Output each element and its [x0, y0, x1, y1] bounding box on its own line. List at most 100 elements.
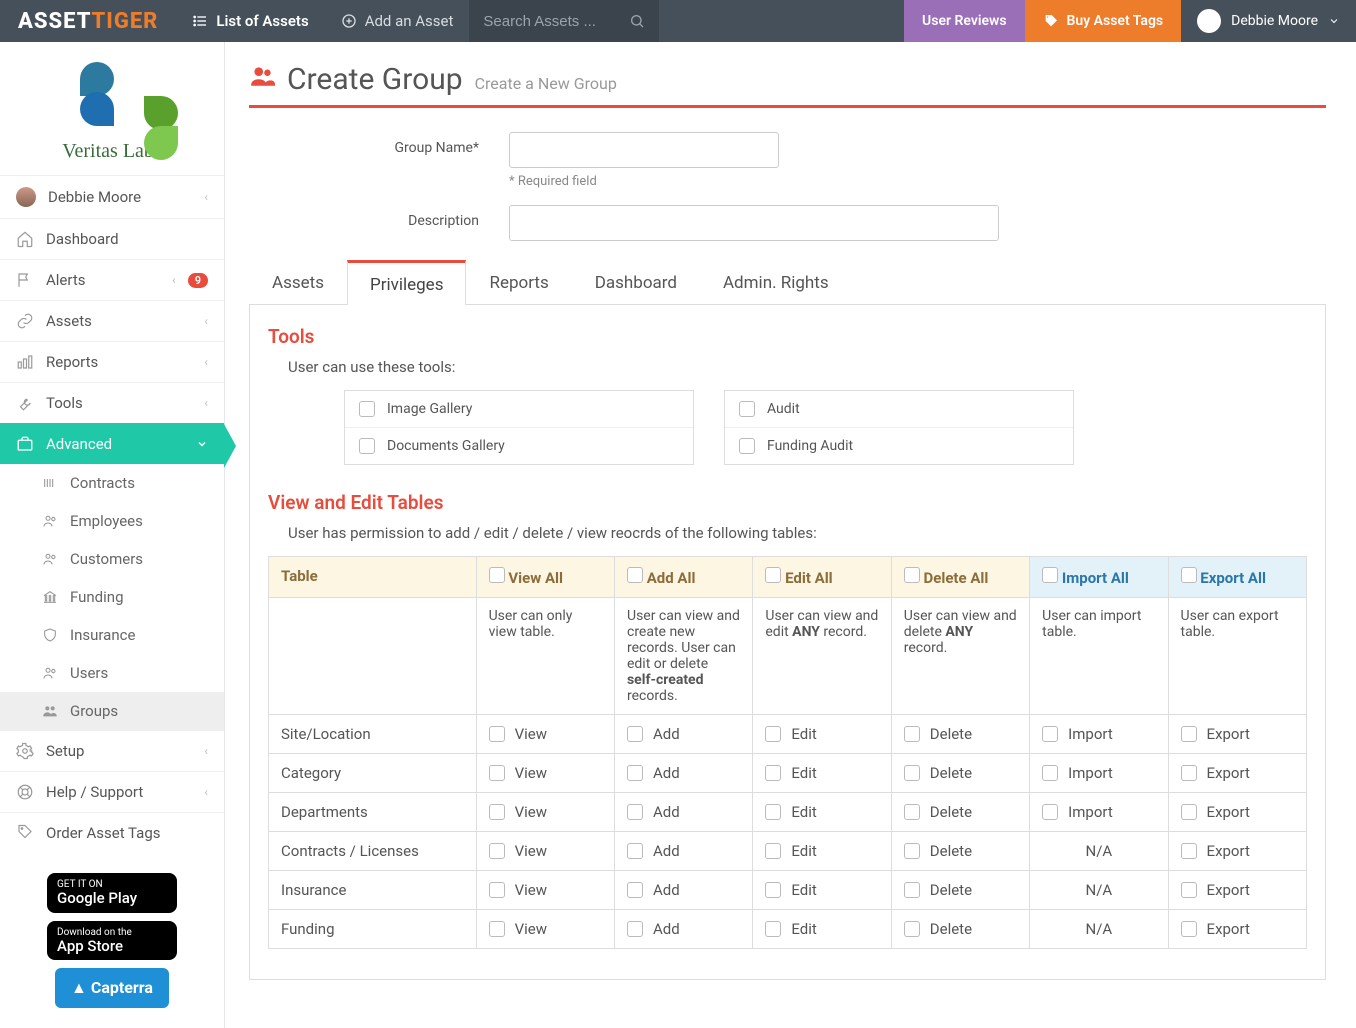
tab-dashboard[interactable]: Dashboard [572, 260, 700, 305]
description-input[interactable] [509, 205, 999, 241]
tool-checkbox[interactable] [359, 401, 375, 417]
sidebar-sub-funding[interactable]: Funding [0, 578, 224, 616]
tool-image-gallery[interactable]: Image Gallery [345, 391, 693, 428]
perm-checkbox[interactable] [489, 765, 505, 781]
tab-assets[interactable]: Assets [249, 260, 347, 305]
tool-checkbox[interactable] [359, 438, 375, 454]
perm-checkbox[interactable] [1042, 726, 1058, 742]
perm-checkbox[interactable] [489, 804, 505, 820]
sidebar-setup[interactable]: Setup‹ [0, 730, 224, 771]
sidebar-sub-insurance[interactable]: Insurance [0, 616, 224, 654]
tools-heading: Tools [268, 325, 1307, 348]
perm-checkbox[interactable] [1181, 843, 1197, 859]
search-box[interactable] [469, 0, 659, 42]
tools-right-box: AuditFunding Audit [724, 390, 1074, 465]
perm-checkbox[interactable] [904, 843, 920, 859]
sidebar-help[interactable]: Help / Support‹ [0, 771, 224, 812]
perm-checkbox[interactable] [489, 921, 505, 937]
perm-checkbox[interactable] [765, 765, 781, 781]
table-row: InsuranceViewAddEditDeleteN/AExport [269, 871, 1307, 910]
sidebar-sub-users[interactable]: Users [0, 654, 224, 692]
sidebar-order-tags[interactable]: Order Asset Tags [0, 812, 224, 853]
perm-checkbox[interactable] [1181, 804, 1197, 820]
sidebar-alerts[interactable]: Alerts‹ 9 [0, 259, 224, 300]
delete-all-checkbox[interactable] [904, 567, 920, 583]
perm-checkbox[interactable] [627, 804, 643, 820]
group-name-input[interactable] [509, 132, 779, 168]
edit-all-checkbox[interactable] [765, 567, 781, 583]
sidebar-user[interactable]: Debbie Moore‹ [0, 175, 224, 218]
th-edit[interactable]: Edit All [753, 557, 891, 598]
buy-asset-tags-button[interactable]: Buy Asset Tags [1025, 0, 1182, 42]
perm-checkbox[interactable] [627, 765, 643, 781]
tab-privileges[interactable]: Privileges [347, 260, 466, 305]
employees-icon [42, 513, 60, 529]
perm-checkbox[interactable] [627, 921, 643, 937]
perm-checkbox[interactable] [489, 726, 505, 742]
sidebar-tools[interactable]: Tools‹ [0, 382, 224, 423]
add-all-checkbox[interactable] [627, 567, 643, 583]
tool-audit[interactable]: Audit [725, 391, 1073, 428]
tool-checkbox[interactable] [739, 401, 755, 417]
tool-funding-audit[interactable]: Funding Audit [725, 428, 1073, 464]
export-all-checkbox[interactable] [1181, 567, 1197, 583]
th-import[interactable]: Import All [1030, 557, 1168, 598]
app-store-button[interactable]: Download on theApp Store [47, 921, 177, 961]
perm-checkbox[interactable] [627, 726, 643, 742]
nav-add-asset[interactable]: Add an Asset [325, 0, 470, 42]
perm-checkbox[interactable] [765, 843, 781, 859]
sidebar-dashboard[interactable]: Dashboard [0, 218, 224, 259]
sidebar-assets[interactable]: Assets‹ [0, 300, 224, 341]
perm-checkbox[interactable] [1042, 804, 1058, 820]
view-all-checkbox[interactable] [489, 567, 505, 583]
flag-icon [16, 271, 34, 289]
sidebar-sub-employees[interactable]: Employees [0, 502, 224, 540]
perm-checkbox[interactable] [904, 804, 920, 820]
perm-checkbox[interactable] [1181, 882, 1197, 898]
tool-checkbox[interactable] [739, 438, 755, 454]
perm-checkbox[interactable] [627, 843, 643, 859]
perm-checkbox[interactable] [904, 765, 920, 781]
main-content: Create Group Create a New Group Group Na… [225, 42, 1356, 1028]
user-reviews-button[interactable]: User Reviews [904, 0, 1025, 42]
perm-checkbox[interactable] [904, 726, 920, 742]
perm-checkbox[interactable] [765, 921, 781, 937]
perm-checkbox[interactable] [1181, 921, 1197, 937]
perm-checkbox[interactable] [1181, 726, 1197, 742]
th-view[interactable]: View All [476, 557, 614, 598]
tab-reports[interactable]: Reports [466, 260, 571, 305]
perm-checkbox[interactable] [765, 804, 781, 820]
perm-checkbox[interactable] [489, 843, 505, 859]
perm-checkbox[interactable] [1181, 765, 1197, 781]
search-icon[interactable] [629, 13, 645, 29]
perm-checkbox[interactable] [904, 921, 920, 937]
sidebar-sub-customers[interactable]: Customers [0, 540, 224, 578]
search-input[interactable] [483, 13, 623, 30]
sidebar-sub-contracts[interactable]: Contracts [0, 464, 224, 502]
sidebar-advanced[interactable]: Advanced [0, 423, 224, 464]
table-row: Contracts / LicensesViewAddEditDeleteN/A… [269, 832, 1307, 871]
life-ring-icon [16, 783, 34, 801]
sidebar-reports[interactable]: Reports‹ [0, 341, 224, 382]
perm-checkbox[interactable] [1042, 765, 1058, 781]
tools-desc: User can use these tools: [288, 358, 1307, 376]
sidebar-sub-groups[interactable]: Groups [0, 692, 224, 730]
tool-documents-gallery[interactable]: Documents Gallery [345, 428, 693, 464]
desc-edit: User can view and edit ANY record. [753, 598, 891, 715]
logo[interactable]: ASSETTIGER [0, 9, 176, 34]
perm-checkbox[interactable] [765, 726, 781, 742]
perm-checkbox[interactable] [489, 882, 505, 898]
tab-adminrights[interactable]: Admin. Rights [700, 260, 852, 305]
company-name: Veritas Labs [0, 140, 224, 163]
th-add[interactable]: Add All [614, 557, 752, 598]
th-delete[interactable]: Delete All [891, 557, 1029, 598]
capterra-button[interactable]: ▲ Capterra [55, 968, 169, 1008]
nav-list-of-assets[interactable]: List of Assets [176, 0, 324, 42]
th-export[interactable]: Export All [1168, 557, 1306, 598]
google-play-button[interactable]: GET IT ONGoogle Play [47, 873, 177, 913]
user-menu[interactable]: Debbie Moore [1181, 0, 1356, 42]
import-all-checkbox[interactable] [1042, 567, 1058, 583]
perm-checkbox[interactable] [627, 882, 643, 898]
perm-checkbox[interactable] [765, 882, 781, 898]
perm-checkbox[interactable] [904, 882, 920, 898]
